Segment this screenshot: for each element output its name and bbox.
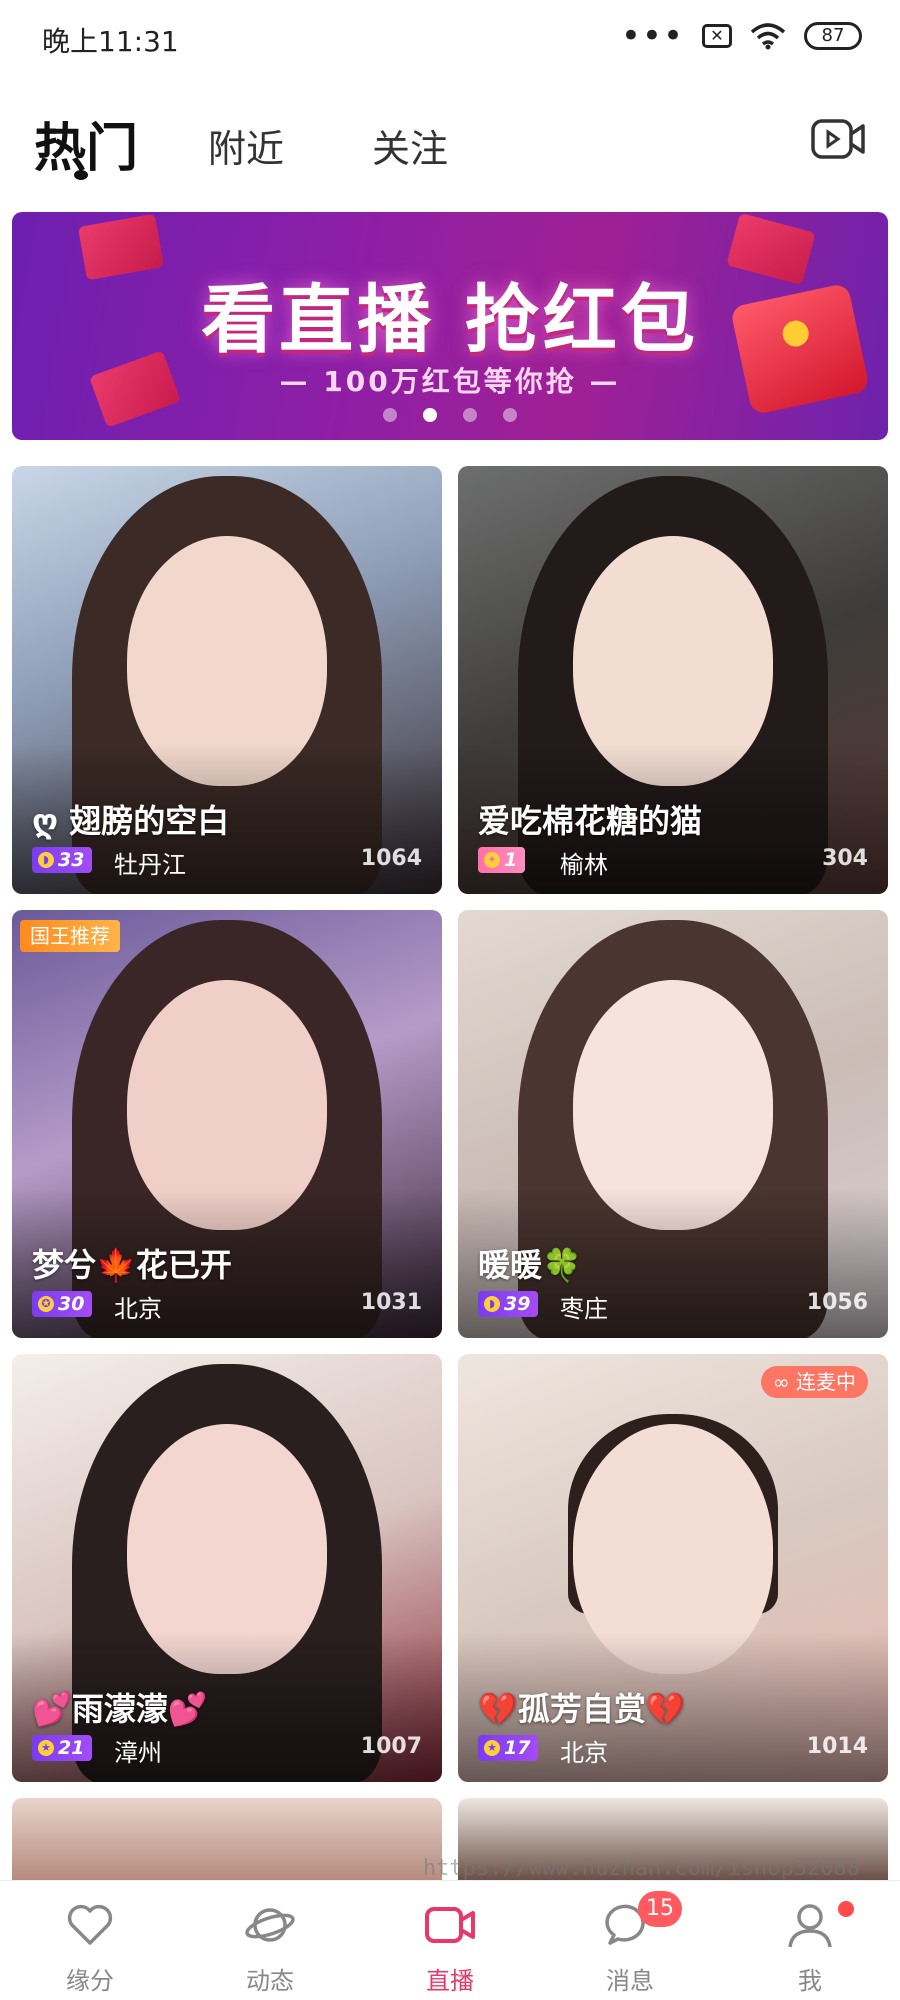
streamer-city: 榆林 — [560, 851, 608, 879]
level-star-icon: ◗ — [484, 1296, 500, 1312]
level-badge: ◗ 39 — [478, 1291, 539, 1317]
status-icons: ••• ✕ 87 — [620, 16, 862, 56]
nav-item-fate[interactable]: 缘分 — [0, 1881, 180, 2000]
level-star-icon: ✪ — [38, 1296, 54, 1312]
tab-hot[interactable]: 热门 — [34, 106, 138, 181]
banner-pager — [12, 408, 888, 422]
top-tab-bar: 热门 附近 关注 — [0, 100, 900, 190]
bottom-navigation: 缘分 动态 直播 15 消息 我 — [0, 1880, 900, 2000]
stream-cover-image — [12, 1798, 442, 1880]
live-room-card[interactable] — [12, 1798, 442, 1880]
live-room-card[interactable]: ღ 翅膀的空白 ◗ 33 牡丹江 1064 — [12, 466, 442, 894]
viewer-count: 1007 — [360, 1734, 422, 1759]
level-badge: ★ 17 — [478, 1735, 539, 1761]
streamer-city: 枣庄 — [560, 1295, 608, 1323]
heart-icon — [67, 1904, 113, 1945]
king-recommend-badge: 国王推荐 — [20, 920, 120, 952]
viewer-count: 1031 — [360, 1290, 422, 1315]
start-live-video-icon[interactable] — [810, 116, 866, 162]
live-room-card[interactable]: 暖暖🍀 ◗ 39 枣庄 1056 — [458, 910, 888, 1338]
streamer-name: 梦兮🍁花已开 — [32, 1246, 232, 1284]
pager-dot-active[interactable] — [423, 408, 437, 422]
card-meta: ◗ 39 枣庄 1056 — [478, 1290, 868, 1323]
co-streaming-badge: ∞ 连麦中 — [760, 1366, 868, 1398]
wifi-icon — [750, 23, 786, 50]
banner-subtitle: — 100万红包等你抢 — — [279, 365, 621, 398]
level-star-icon: ◗ — [38, 852, 54, 868]
streamer-name: 💔孤芳自赏💔 — [478, 1690, 686, 1728]
level-badge: ◗ 33 — [32, 847, 93, 873]
video-camera-icon — [425, 1907, 475, 1943]
streamer-city: 北京 — [114, 1295, 162, 1323]
planet-icon — [245, 1908, 295, 1942]
card-meta: ★ 17 北京 1014 — [478, 1734, 868, 1767]
pager-dot[interactable] — [463, 408, 477, 422]
notification-dot — [838, 1901, 854, 1917]
viewer-count: 1056 — [806, 1290, 868, 1315]
nav-item-me[interactable]: 我 — [720, 1881, 900, 2000]
watermark-text: https://www.huzhan.com/ishop32088 — [422, 1856, 860, 1881]
streamer-city: 漳州 — [114, 1739, 162, 1767]
live-room-card[interactable]: 爱吃棉花糖的猫 ✦ 1 榆林 304 — [458, 466, 888, 894]
banner-title: 看直播 抢红包 — [201, 277, 699, 363]
level-badge: ★ 21 — [32, 1735, 93, 1761]
nav-label: 缘分 — [66, 1967, 114, 1995]
nav-item-moments[interactable]: 动态 — [180, 1881, 360, 2000]
card-meta: ★ 21 漳州 1007 — [32, 1734, 422, 1767]
streamer-name: ღ 翅膀的空白 — [32, 802, 230, 840]
pager-dot[interactable] — [503, 408, 517, 422]
person-icon — [788, 1904, 832, 1948]
nav-item-messages[interactable]: 15 消息 — [540, 1881, 720, 2000]
status-bar: 晚上11:31 ••• ✕ 87 — [0, 0, 900, 76]
viewer-count: 1014 — [806, 1734, 868, 1759]
more-dots-icon: ••• — [620, 16, 684, 56]
level-badge: ✪ 30 — [32, 1291, 93, 1317]
streamer-city: 北京 — [560, 1739, 608, 1767]
unread-count-badge: 15 — [638, 1891, 682, 1927]
card-meta: ✦ 1 榆林 304 — [478, 846, 868, 879]
battery-indicator: 87 — [804, 22, 862, 50]
level-star-icon: ✦ — [484, 852, 500, 868]
tab-nearby[interactable]: 附近 — [208, 118, 284, 173]
nav-label: 消息 — [606, 1967, 654, 1995]
nav-label: 我 — [798, 1967, 822, 1995]
card-meta: ◗ 33 牡丹江 1064 — [32, 846, 422, 879]
nav-item-live[interactable]: 直播 — [360, 1881, 540, 2000]
promo-banner[interactable]: 看直播 抢红包 — 100万红包等你抢 — — [12, 212, 888, 440]
level-star-icon: ★ — [38, 1740, 54, 1756]
viewer-count: 304 — [822, 846, 868, 871]
nav-label: 直播 — [426, 1967, 474, 1995]
nav-label: 动态 — [246, 1967, 294, 1995]
streamer-name: 💕雨濛濛💕 — [32, 1690, 208, 1728]
card-meta: ✪ 30 北京 1031 — [32, 1290, 422, 1323]
active-tab-indicator — [74, 170, 88, 180]
live-room-card[interactable]: ∞ 连麦中 💔孤芳自赏💔 ★ 17 北京 1014 — [458, 1354, 888, 1782]
level-star-icon: ★ — [484, 1740, 500, 1756]
sim-card-icon: ✕ — [702, 24, 732, 48]
level-badge: ✦ 1 — [478, 847, 526, 873]
streamer-name: 暖暖🍀 — [478, 1246, 582, 1284]
viewer-count: 1064 — [360, 846, 422, 871]
live-room-card[interactable]: 💕雨濛濛💕 ★ 21 漳州 1007 — [12, 1354, 442, 1782]
streamer-name: 爱吃棉花糖的猫 — [478, 802, 703, 840]
status-time: 晚上11:31 — [42, 25, 179, 58]
streamer-city: 牡丹江 — [114, 851, 186, 879]
pager-dot[interactable] — [383, 408, 397, 422]
tab-follow[interactable]: 关注 — [372, 118, 448, 173]
live-room-card[interactable]: 国王推荐 梦兮🍁花已开 ✪ 30 北京 1031 — [12, 910, 442, 1338]
